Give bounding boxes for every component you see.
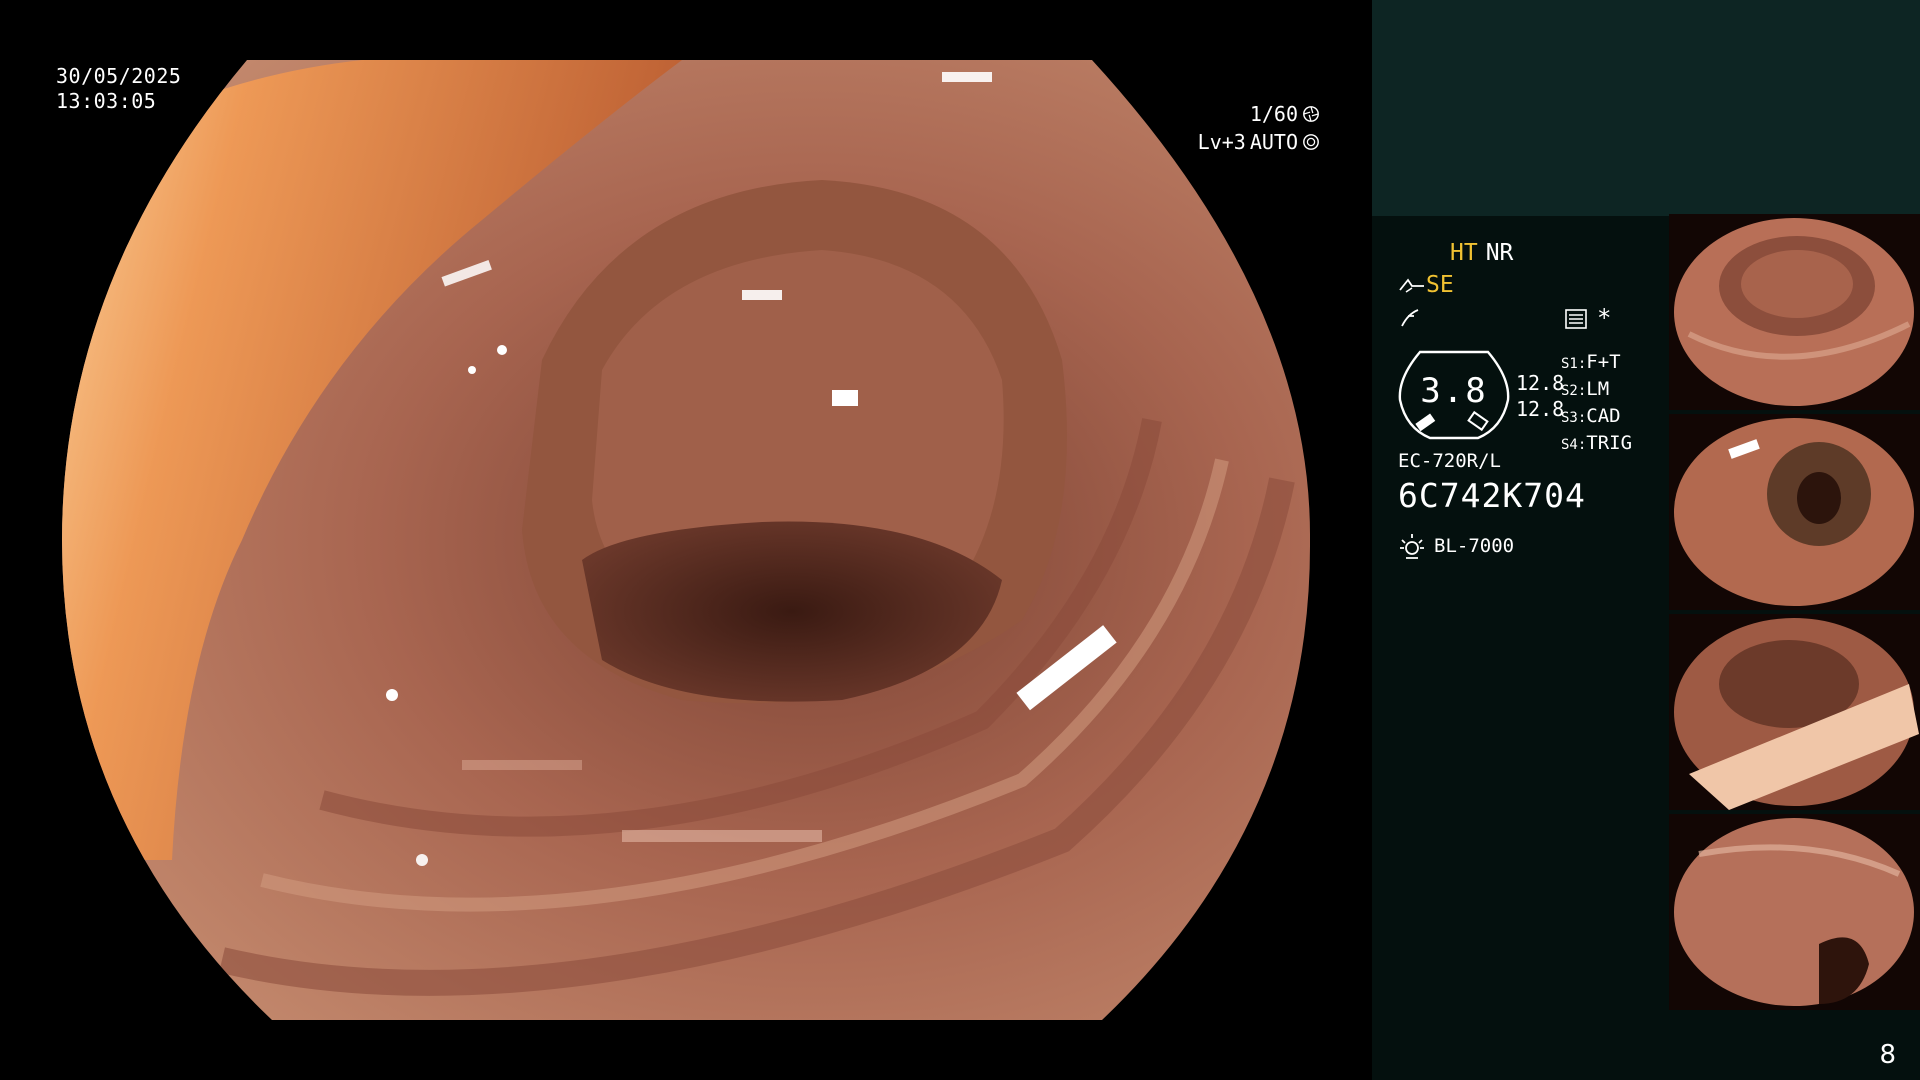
date-text: 30/05/2025 [56, 64, 182, 88]
page-number: 8 [1879, 1040, 1896, 1070]
shutter-text: 1/60 [1249, 102, 1298, 126]
light-source: BL-7000 [1398, 532, 1514, 560]
switch-value: F+T [1586, 351, 1621, 373]
thumbnail-3[interactable] [1669, 614, 1920, 810]
scope-model: EC-720R/L [1398, 450, 1501, 472]
switch-key: S3: [1561, 410, 1587, 426]
iris-text: AUTO [1249, 130, 1298, 154]
scope-icon [1399, 277, 1424, 293]
thumbnail-1[interactable] [1669, 214, 1920, 410]
scope-serial: 6C742K704 [1398, 476, 1586, 515]
thumbnail-2[interactable] [1669, 414, 1920, 610]
ht-label: HT [1450, 240, 1478, 266]
zoom-numbers: 12.8 12.8 [1516, 370, 1564, 422]
switch-value: CAD [1586, 405, 1621, 427]
aperture-icon [1303, 106, 1319, 122]
se-label: SE [1426, 272, 1454, 298]
main-endoscope-view: 30/05/2025 13:03:05 1/60 Lv+3 AUTO [0, 0, 1372, 1080]
switch-value: TRIG [1586, 432, 1633, 454]
exposure-overlay: 1/60 Lv+3 AUTO [1198, 100, 1320, 156]
switch-row: S1:F+T [1561, 350, 1632, 377]
se-line: SE [1398, 272, 1454, 298]
star-mark: * [1597, 304, 1612, 332]
switch-value: LM [1586, 378, 1610, 400]
nr-label: NR [1485, 240, 1514, 266]
ht-nr-line: HT NR [1450, 240, 1513, 266]
level-text: Lv+3 [1197, 130, 1246, 154]
switch-row: S3:CAD [1561, 404, 1632, 431]
switch-row: S4:TRIG [1561, 431, 1632, 458]
switch-row: S2:LM [1561, 377, 1632, 404]
switch-assignments: S1:F+T S2:LM S3:CAD S4:TRIG [1561, 350, 1632, 458]
menu-icon [1565, 309, 1587, 329]
zoom-number-a: 12.8 [1516, 371, 1565, 395]
zoom-number-b: 12.8 [1516, 397, 1565, 421]
filter-icon [1401, 309, 1419, 327]
switch-key: S2: [1561, 383, 1587, 399]
switch-key: S1: [1561, 356, 1587, 372]
side-panel-header [1372, 0, 1920, 216]
thumbnail-4[interactable] [1669, 814, 1920, 1010]
time-text: 13:03:05 [56, 89, 157, 113]
endoscope-image [62, 60, 1311, 1020]
light-source-label: BL-7000 [1434, 535, 1515, 557]
magnification-value: 3.8 [1420, 371, 1488, 411]
iris-icon [1303, 134, 1319, 150]
switch-key: S4: [1561, 437, 1587, 453]
date-time-overlay: 30/05/2025 13:03:05 [56, 64, 181, 114]
light-icon [1400, 534, 1424, 559]
